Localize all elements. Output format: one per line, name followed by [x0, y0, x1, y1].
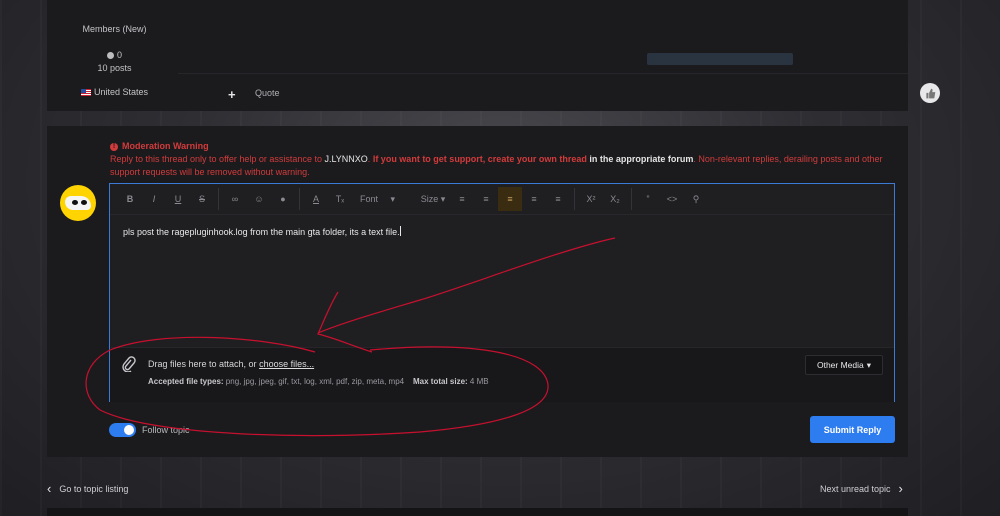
code-icon[interactable]: <>	[660, 187, 684, 211]
reply-editor[interactable]: B I U S ∞ ☺ ● A Tₓ Font ▾ Size ▾ ≡ ≡ ≡ ≡…	[109, 183, 895, 402]
post-count: 10 posts	[97, 63, 132, 73]
avatar-eye	[81, 200, 87, 205]
divider	[178, 73, 908, 74]
thumbs-up-icon[interactable]	[920, 83, 940, 103]
warning-title: ! Moderation Warning	[110, 140, 890, 153]
member-group: Members (New)	[82, 24, 147, 34]
emoji-icon[interactable]: ☺	[247, 187, 271, 211]
editor-content[interactable]: pls post the ragepluginhook.log from the…	[123, 226, 401, 237]
text-caret	[399, 226, 401, 236]
chevron-left-icon: ‹	[47, 481, 52, 496]
choose-files-link[interactable]: choose files...	[259, 359, 314, 369]
paperclip-icon	[122, 356, 136, 373]
avatar[interactable]	[60, 185, 96, 221]
reputation-icon	[106, 52, 114, 59]
italic-icon[interactable]: I	[142, 187, 166, 211]
align-center-icon[interactable]: ≡	[522, 187, 546, 211]
strikethrough-icon[interactable]: S	[190, 187, 214, 211]
next-unread-topic-link[interactable]: Next unread topic ›	[820, 482, 903, 495]
quote-button[interactable]: Quote	[255, 88, 280, 98]
chevron-right-icon: ›	[898, 481, 903, 496]
follow-topic[interactable]: Follow topic	[109, 423, 190, 437]
previous-post: Members (New) 0 10 posts United States +…	[47, 0, 940, 111]
drag-text: Drag files here to attach, or choose fil…	[148, 359, 315, 369]
paperclip-glyph	[122, 356, 136, 373]
next-panel	[47, 508, 908, 516]
reply-panel: ! Moderation Warning Reply to this thread…	[47, 126, 908, 457]
numbered-list-icon[interactable]: ≡	[474, 187, 498, 211]
caret-down-icon: ▾	[866, 359, 872, 370]
text-color-icon[interactable]: A	[304, 187, 328, 211]
moderation-warning: ! Moderation Warning Reply to this thread…	[110, 140, 890, 179]
preview-icon[interactable]: ⚲	[684, 187, 708, 211]
blurred-tag	[647, 53, 793, 65]
bold-icon[interactable]: B	[118, 187, 142, 211]
warning-text: Reply to this thread only to offer help …	[110, 154, 883, 177]
follow-toggle[interactable]	[109, 423, 136, 437]
align-left-icon[interactable]: ≡	[498, 187, 522, 211]
toolbar-separator	[631, 188, 632, 210]
clear-format-icon[interactable]: Tₓ	[328, 187, 352, 211]
editor-toolbar: B I U S ∞ ☺ ● A Tₓ Font ▾ Size ▾ ≡ ≡ ≡ ≡…	[110, 184, 894, 215]
avatar-face	[65, 196, 91, 210]
accepted-file-types: Accepted file types: png, jpg, jpeg, gif…	[148, 377, 489, 386]
attachment-area[interactable]: Drag files here to attach, or choose fil…	[110, 347, 894, 402]
bullet-list-icon[interactable]: ≡	[450, 187, 474, 211]
alert-icon: !	[110, 142, 118, 151]
warning-user[interactable]: J.LYNNXO	[324, 154, 367, 164]
reputation: 0	[47, 49, 182, 62]
font-dropdown[interactable]: Font ▾	[352, 187, 416, 211]
toolbar-separator	[218, 188, 219, 210]
submit-reply-button[interactable]: Submit Reply	[810, 416, 895, 443]
size-dropdown[interactable]: Size ▾	[416, 187, 450, 211]
other-media-button[interactable]: Other Media ▾	[805, 355, 883, 375]
thumbs-up-glyph	[925, 88, 935, 98]
spoiler-icon[interactable]: ●	[271, 187, 295, 211]
toolbar-separator	[574, 188, 575, 210]
subscript-icon[interactable]: X₂	[603, 187, 627, 211]
superscript-icon[interactable]: X²	[579, 187, 603, 211]
avatar-eye	[72, 200, 78, 205]
toolbar-separator	[299, 188, 300, 210]
link-icon[interactable]: ∞	[223, 187, 247, 211]
author-stats: 0 10 posts	[47, 49, 182, 75]
go-to-topic-listing-link[interactable]: ‹ Go to topic listing	[47, 482, 128, 495]
quote-icon[interactable]: ”	[636, 187, 660, 211]
align-right-icon[interactable]: ≡	[546, 187, 570, 211]
author-country: United States	[47, 87, 182, 97]
plus-icon[interactable]: +	[228, 87, 236, 102]
us-flag-icon	[80, 89, 91, 96]
underline-icon[interactable]: U	[166, 187, 190, 211]
